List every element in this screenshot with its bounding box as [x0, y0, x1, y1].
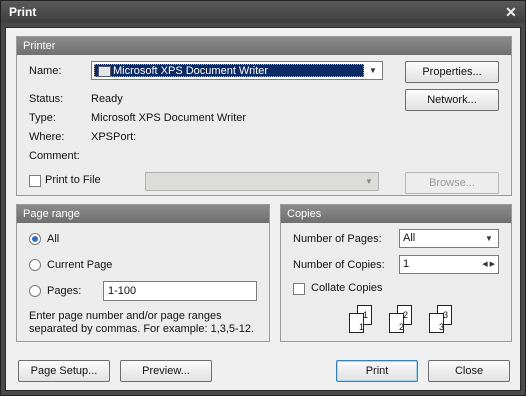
pages-radio-label: Pages:: [47, 285, 82, 297]
chevron-down-icon: ▼: [369, 66, 377, 75]
number-of-pages-dropdown[interactable]: All ▼: [399, 229, 499, 248]
number-of-pages-value: All: [403, 232, 416, 244]
name-label: Name:: [29, 65, 62, 77]
close-icon[interactable]: ✕: [503, 4, 519, 20]
page-range-group: Page range All Current Page Pages: 1-100…: [16, 204, 270, 342]
file-path-dropdown[interactable]: ▼: [145, 172, 379, 191]
number-of-copies-spinner[interactable]: 1 ◀ ▶: [399, 255, 499, 274]
printer-icon: [98, 66, 111, 77]
print-button[interactable]: Print: [336, 360, 418, 382]
dialog-title: Print: [9, 5, 37, 19]
number-of-copies-value: 1: [403, 258, 410, 270]
dialog-body: Printer Name: Microsoft XPS Document Wri…: [5, 27, 521, 391]
all-radio-label: All: [47, 233, 60, 245]
type-value: Microsoft XPS Document Writer: [91, 112, 247, 124]
current-page-radio-label: Current Page: [47, 259, 113, 271]
print-dialog: Print ✕ Printer Name: Microsoft XPS Docu…: [0, 0, 526, 396]
page-icon: 1: [349, 313, 364, 333]
status-label: Status:: [29, 93, 64, 105]
pages-hint-line1: Enter page number and/or page ranges: [29, 310, 222, 322]
preview-button[interactable]: Preview...: [120, 360, 212, 382]
number-of-pages-label: Number of Pages:: [293, 233, 382, 245]
status-value: Ready: [91, 93, 123, 105]
pages-input[interactable]: 1-100: [103, 281, 257, 301]
printer-group-title: Printer: [17, 37, 511, 55]
where-value: XPSPort:: [91, 131, 137, 143]
printer-name-selected: Microsoft XPS Document Writer: [94, 64, 364, 77]
pages-hint-line2: separated by commas. For example: 1,3,5-…: [29, 323, 254, 335]
printer-group: Printer Name: Microsoft XPS Document Wri…: [16, 36, 512, 196]
all-radio[interactable]: [29, 233, 41, 245]
copies-group-title: Copies: [281, 205, 511, 223]
comment-label: Comment:: [29, 150, 80, 162]
printer-name-dropdown[interactable]: Microsoft XPS Document Writer ▼: [91, 61, 383, 80]
number-of-copies-label: Number of Copies:: [293, 259, 385, 271]
page-icon: 2: [389, 313, 404, 333]
page-setup-button[interactable]: Page Setup...: [18, 360, 110, 382]
chevron-down-icon: ▼: [485, 234, 493, 243]
spinner-arrows-icon[interactable]: ◀ ▶: [482, 256, 495, 273]
chevron-down-icon: ▼: [365, 177, 373, 186]
collate-copies-checkbox[interactable]: [293, 283, 305, 295]
type-label: Type:: [29, 112, 56, 124]
copies-group: Copies Number of Pages: All ▼ Number of …: [280, 204, 512, 342]
page-icon: 3: [429, 313, 444, 333]
collate-copies-label: Collate Copies: [311, 282, 383, 294]
properties-button[interactable]: Properties...: [405, 61, 499, 83]
close-button[interactable]: Close: [428, 360, 510, 382]
page-range-group-title: Page range: [17, 205, 269, 223]
current-page-radio[interactable]: [29, 259, 41, 271]
network-button[interactable]: Network...: [405, 89, 499, 111]
where-label: Where:: [29, 131, 65, 143]
print-to-file-checkbox[interactable]: [29, 175, 41, 187]
title-bar: Print ✕: [1, 1, 525, 23]
print-to-file-label: Print to File: [45, 174, 101, 186]
printer-name-value: Microsoft XPS Document Writer: [113, 65, 269, 77]
pages-radio[interactable]: [29, 285, 41, 297]
browse-button[interactable]: Browse...: [405, 172, 499, 194]
